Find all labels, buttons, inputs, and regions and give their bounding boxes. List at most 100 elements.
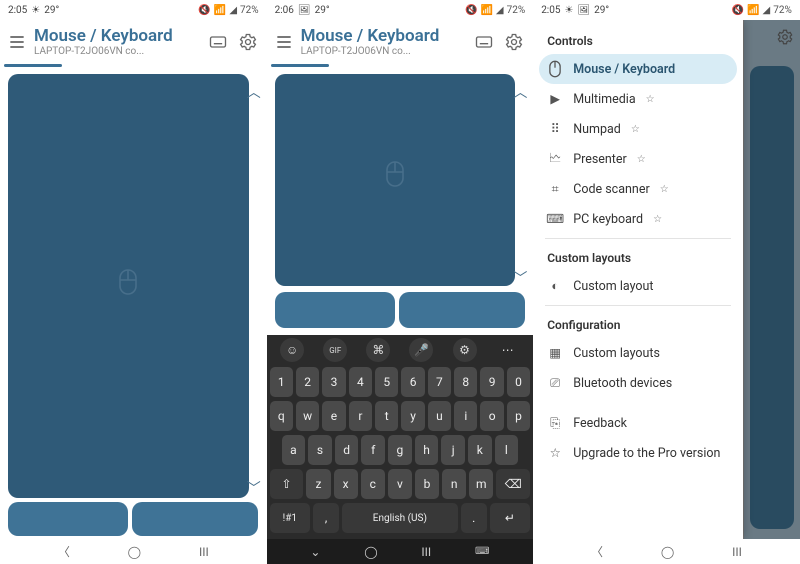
star-icon: ☆ bbox=[637, 154, 646, 165]
nav-back-icon[interactable]: 〈 bbox=[591, 543, 603, 560]
keyboard-icon[interactable] bbox=[205, 29, 231, 55]
menu-icon[interactable] bbox=[271, 29, 297, 55]
key-6[interactable]: 6 bbox=[401, 367, 424, 397]
key-5[interactable]: 5 bbox=[375, 367, 398, 397]
key-h[interactable]: h bbox=[415, 435, 439, 465]
key-d[interactable]: d bbox=[335, 435, 359, 465]
key-a[interactable]: a bbox=[282, 435, 306, 465]
key-1[interactable]: 1 bbox=[270, 367, 293, 397]
nav-home-icon[interactable]: ◯ bbox=[128, 545, 141, 559]
page-title: Mouse / Keyboard bbox=[34, 27, 201, 46]
drawer-item-label: Mouse / Keyboard bbox=[573, 62, 675, 77]
star-icon: ☆ bbox=[547, 445, 563, 461]
key-f[interactable]: f bbox=[361, 435, 385, 465]
drawer-item-custom-layouts-cfg[interactable]: ▦ Custom layouts bbox=[533, 338, 743, 368]
key-o[interactable]: o bbox=[480, 401, 503, 431]
key-shift[interactable]: ⇧ bbox=[270, 469, 304, 499]
key-8[interactable]: 8 bbox=[454, 367, 477, 397]
nav-keyboard-icon[interactable]: ⌨ bbox=[475, 546, 489, 557]
nav-recents-icon[interactable]: III bbox=[421, 545, 431, 559]
key-s[interactable]: s bbox=[308, 435, 332, 465]
drawer-item-numpad[interactable]: ⠿ Numpad ☆ bbox=[533, 114, 743, 144]
key-u[interactable]: u bbox=[428, 401, 451, 431]
kb-clipboard-icon[interactable]: ⌘ bbox=[366, 338, 390, 362]
key-period[interactable]: . bbox=[461, 503, 487, 533]
nav-home-icon[interactable]: ◯ bbox=[364, 545, 377, 559]
drawer-item-bluetooth[interactable]: ⎚ Bluetooth devices bbox=[533, 368, 743, 398]
kb-emoji-icon[interactable]: ☺ bbox=[280, 338, 304, 362]
key-comma[interactable]: , bbox=[313, 503, 339, 533]
settings-icon[interactable] bbox=[501, 29, 527, 55]
numpad-icon: ⠿ bbox=[547, 121, 563, 137]
key-b[interactable]: b bbox=[415, 469, 439, 499]
bluetooth-icon: ⎚ bbox=[547, 375, 563, 391]
drawer-item-scanner[interactable]: ⌗ Code scanner ☆ bbox=[533, 174, 743, 204]
presenter-icon: 🗠 bbox=[547, 151, 563, 167]
left-click-button[interactable] bbox=[275, 292, 395, 328]
settings-icon[interactable] bbox=[235, 29, 261, 55]
key-enter[interactable]: ↵ bbox=[490, 503, 530, 533]
key-y[interactable]: y bbox=[401, 401, 424, 431]
right-click-button[interactable] bbox=[132, 502, 258, 536]
key-r[interactable]: r bbox=[349, 401, 372, 431]
app-bar: Mouse / Keyboard LAPTOP-T2JO06VN co... bbox=[0, 20, 267, 64]
key-m[interactable]: m bbox=[469, 469, 493, 499]
settings-icon[interactable] bbox=[776, 28, 794, 50]
key-x[interactable]: x bbox=[334, 469, 358, 499]
nav-recents-icon[interactable]: III bbox=[732, 545, 742, 559]
nav-ime-icon[interactable]: ⌄ bbox=[310, 545, 320, 559]
key-q[interactable]: q bbox=[270, 401, 293, 431]
key-7[interactable]: 7 bbox=[428, 367, 451, 397]
kb-gif-icon[interactable]: GIF bbox=[323, 338, 347, 362]
star-icon: ☆ bbox=[631, 124, 640, 135]
keyboard-icon[interactable] bbox=[471, 29, 497, 55]
menu-icon[interactable] bbox=[4, 29, 30, 55]
right-click-button[interactable] bbox=[399, 292, 525, 328]
key-w[interactable]: w bbox=[296, 401, 319, 431]
kb-mic-icon[interactable]: 🎤 bbox=[409, 338, 433, 362]
kb-row-z: ⇧ zxcvbnm⌫ bbox=[270, 469, 531, 499]
drawer-item-multimedia[interactable]: ▶ Multimedia ☆ bbox=[533, 84, 743, 114]
kb-settings-icon[interactable]: ⚙ bbox=[453, 338, 477, 362]
key-symbols[interactable]: !#1 bbox=[270, 503, 310, 533]
key-i[interactable]: i bbox=[454, 401, 477, 431]
nav-home-icon[interactable]: ◯ bbox=[661, 545, 674, 559]
drawer-item-feedback[interactable]: ⎘ Feedback bbox=[533, 408, 743, 438]
key-3[interactable]: 3 bbox=[322, 367, 345, 397]
key-l[interactable]: l bbox=[495, 435, 519, 465]
mouse-icon bbox=[118, 268, 138, 300]
key-backspace[interactable]: ⌫ bbox=[496, 469, 530, 499]
key-4[interactable]: 4 bbox=[349, 367, 372, 397]
nav-back-icon[interactable]: 〈 bbox=[58, 543, 70, 560]
page-subtitle: LAPTOP-T2JO06VN co... bbox=[34, 46, 201, 57]
key-c[interactable]: c bbox=[361, 469, 385, 499]
key-p[interactable]: p bbox=[507, 401, 530, 431]
key-t[interactable]: t bbox=[375, 401, 398, 431]
mouse-icon bbox=[547, 61, 563, 77]
drawer-item-label: Upgrade to the Pro version bbox=[573, 446, 720, 461]
key-n[interactable]: n bbox=[442, 469, 466, 499]
nav-recents-icon[interactable]: III bbox=[199, 545, 209, 559]
key-9[interactable]: 9 bbox=[480, 367, 503, 397]
keyboard-icon: ⌨ bbox=[547, 211, 563, 227]
key-z[interactable]: z bbox=[306, 469, 330, 499]
drawer-item-pckeyboard[interactable]: ⌨ PC keyboard ☆ bbox=[533, 204, 743, 234]
key-space[interactable]: English (US) bbox=[342, 503, 458, 533]
onscreen-keyboard: ☺ GIF ⌘ 🎤 ⚙ ⋯ 1234567890 qwertyuiop asdf… bbox=[267, 335, 534, 539]
qr-icon: ⌗ bbox=[547, 181, 563, 197]
kb-more-icon[interactable]: ⋯ bbox=[496, 338, 520, 362]
key-k[interactable]: k bbox=[468, 435, 492, 465]
drawer-item-custom-layout[interactable]: ◐ Custom layout bbox=[533, 271, 743, 301]
key-e[interactable]: e bbox=[322, 401, 345, 431]
key-2[interactable]: 2 bbox=[296, 367, 319, 397]
key-j[interactable]: j bbox=[441, 435, 465, 465]
page-title: Mouse / Keyboard bbox=[301, 27, 468, 46]
left-click-button[interactable] bbox=[8, 502, 128, 536]
background-sliver bbox=[744, 0, 800, 539]
key-g[interactable]: g bbox=[388, 435, 412, 465]
drawer-item-upgrade[interactable]: ☆ Upgrade to the Pro version bbox=[533, 438, 743, 468]
key-v[interactable]: v bbox=[388, 469, 412, 499]
drawer-item-mouse-keyboard[interactable]: Mouse / Keyboard bbox=[539, 54, 737, 84]
drawer-item-presenter[interactable]: 🗠 Presenter ☆ bbox=[533, 144, 743, 174]
key-0[interactable]: 0 bbox=[507, 367, 530, 397]
